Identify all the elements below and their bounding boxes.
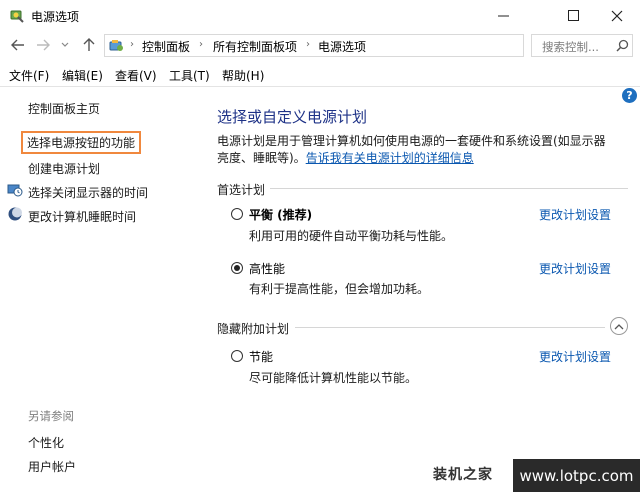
sidebar-link-create-power-plan[interactable]: 创建电源计划 — [28, 160, 100, 177]
plan-desc-power-saver: 尽可能降低计算机性能以节能。 — [249, 371, 418, 385]
see-also-heading: 另请参阅 — [28, 409, 74, 423]
window-title: 电源选项 — [31, 10, 80, 24]
help-icon[interactable]: ? — [622, 88, 637, 103]
display-timer-icon — [7, 182, 23, 198]
sidebar-link-choose-power-buttons[interactable]: 选择电源按钮的功能 — [21, 131, 142, 154]
search-icon[interactable] — [616, 39, 629, 55]
menu-bar: 文件(F) 编辑(E) 查看(V) 工具(T) 帮助(H) — [0, 63, 640, 85]
plan-name-balanced[interactable]: 平衡 (推荐) — [249, 206, 312, 223]
menu-view[interactable]: 查看(V) — [115, 67, 157, 84]
breadcrumb-separator-icon: › — [130, 39, 134, 50]
power-options-icon — [9, 8, 25, 24]
menu-help[interactable]: 帮助(H) — [222, 67, 264, 84]
close-button[interactable] — [594, 0, 640, 31]
preferred-plans-heading: 首选计划 — [217, 183, 266, 197]
forward-button[interactable] — [34, 36, 52, 54]
sidebar-link-display-off-time[interactable]: 选择关闭显示器的时间 — [28, 184, 148, 201]
control-panel-icon — [109, 38, 125, 54]
menu-edit[interactable]: 编辑(E) — [62, 67, 103, 84]
breadcrumb-all-items[interactable]: 所有控制面板项 — [213, 38, 297, 55]
hidden-plans-heading: 隐藏附加计划 — [217, 322, 290, 336]
search-input[interactable]: 搜索控制... — [542, 39, 599, 55]
breadcrumb-separator-icon: › — [199, 39, 203, 50]
power-plan-info-link[interactable]: 告诉我有关电源计划的详细信息 — [306, 151, 474, 165]
breadcrumb-separator-icon: › — [306, 39, 310, 50]
section-divider — [270, 188, 628, 189]
radio-balanced[interactable] — [231, 208, 243, 220]
up-button[interactable] — [80, 36, 98, 54]
radio-high-performance[interactable] — [231, 262, 243, 274]
search-box[interactable]: 搜索控制... — [531, 34, 633, 57]
change-plan-settings-power-saver[interactable]: 更改计划设置 — [539, 348, 611, 365]
change-plan-settings-balanced[interactable]: 更改计划设置 — [539, 206, 611, 223]
plan-name-high-performance[interactable]: 高性能 — [249, 260, 285, 277]
address-bar[interactable]: › 控制面板 › 所有控制面板项 › 电源选项 — [104, 34, 621, 57]
section-divider — [295, 327, 605, 328]
watermark-brand: 装机之家 — [433, 467, 493, 483]
recent-locations-button[interactable] — [56, 36, 74, 54]
title-bar: 电源选项 — [0, 0, 640, 31]
sleep-moon-icon — [7, 206, 23, 222]
collapse-chevron-up-icon[interactable] — [610, 317, 628, 335]
menu-file[interactable]: 文件(F) — [9, 67, 49, 84]
radio-power-saver[interactable] — [231, 350, 243, 362]
minimize-button[interactable] — [480, 0, 526, 31]
see-also-personalization[interactable]: 个性化 — [28, 434, 64, 451]
page-description: 电源计划是用于管理计算机如何使用电源的一套硬件和系统设置(如显示器亮度、睡眠等)… — [217, 133, 617, 167]
plan-name-power-saver[interactable]: 节能 — [249, 348, 273, 365]
sidebar-link-control-panel-home[interactable]: 控制面板主页 — [28, 100, 100, 117]
page-title: 选择或自定义电源计划 — [217, 108, 368, 126]
plan-desc-high-performance: 有利于提高性能，但会增加功耗。 — [249, 282, 430, 296]
sidebar-link-sleep-time[interactable]: 更改计算机睡眠时间 — [28, 208, 136, 225]
menu-tools[interactable]: 工具(T) — [169, 67, 210, 84]
back-button[interactable] — [9, 36, 27, 54]
menu-divider — [0, 86, 640, 87]
see-also-user-accounts[interactable]: 用户帐户 — [28, 458, 76, 475]
change-plan-settings-high-performance[interactable]: 更改计划设置 — [539, 260, 611, 277]
breadcrumb-power-options[interactable]: 电源选项 — [318, 38, 366, 55]
maximize-button[interactable] — [550, 0, 596, 31]
breadcrumb-control-panel[interactable]: 控制面板 — [142, 38, 190, 55]
plan-desc-balanced: 利用可用的硬件自动平衡功耗与性能。 — [249, 229, 454, 243]
watermark-url: www.lotpc.com — [513, 459, 640, 492]
